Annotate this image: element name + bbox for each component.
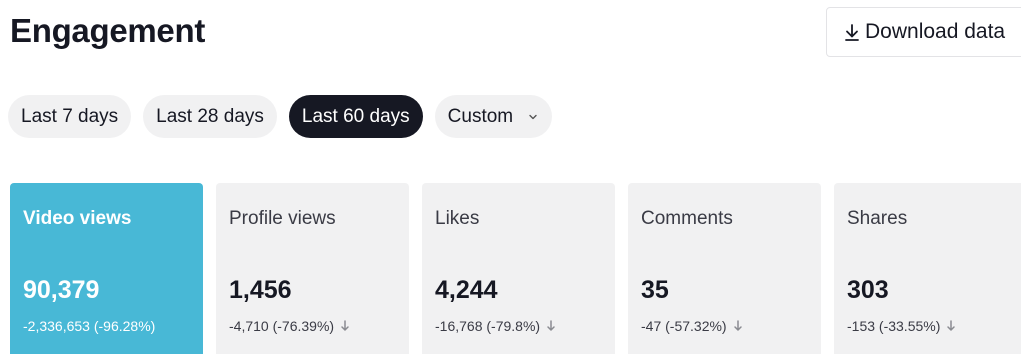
arrow-down-icon: [733, 320, 743, 332]
metric-change-text: -2,336,653 (-96.28%): [23, 318, 156, 334]
metric-label: Profile views: [229, 208, 336, 229]
download-data-button[interactable]: Download data: [826, 7, 1021, 57]
arrow-down-icon: [546, 320, 556, 332]
filter-last-28-days[interactable]: Last 28 days: [143, 95, 277, 138]
metric-value: 90,379: [23, 276, 100, 304]
metric-change: -2,336,653 (-96.28%): [23, 318, 155, 334]
metric-card-profile-views[interactable]: Profile views 1,456 -4,710 (-76.39%): [216, 183, 409, 354]
metric-label: Comments: [641, 208, 733, 229]
page-title: Engagement: [10, 12, 206, 49]
metric-change: -4,710 (-76.39%): [229, 318, 350, 334]
metric-change: -47 (-57.32%): [641, 318, 743, 334]
filter-label: Last 7 days: [21, 105, 119, 127]
metric-value: 35: [641, 276, 669, 304]
filter-label: Last 28 days: [156, 105, 264, 127]
metric-label: Video views: [23, 208, 132, 229]
metric-value: 4,244: [435, 276, 498, 304]
metric-change-text: -16,768 (-79.8%): [435, 318, 541, 334]
metric-change-text: -4,710 (-76.39%): [229, 318, 335, 334]
metric-card-likes[interactable]: Likes 4,244 -16,768 (-79.8%): [422, 183, 615, 354]
filter-last-60-days[interactable]: Last 60 days: [288, 95, 423, 138]
download-icon: [843, 22, 861, 42]
metric-change-text: -153 (-33.55%): [847, 318, 941, 334]
metric-change-text: -47 (-57.32%): [641, 318, 727, 334]
filter-label: Last 60 days: [301, 105, 410, 127]
download-data-label: Download data: [865, 20, 1006, 43]
metric-value: 303: [847, 276, 889, 304]
metric-card-video-views[interactable]: Video views 90,379 -2,336,653 (-96.28%): [10, 183, 203, 354]
metric-label: Likes: [435, 208, 480, 229]
arrow-down-icon: [340, 320, 350, 332]
date-range-filters: Last 7 days Last 28 days Last 60 days Cu…: [8, 95, 553, 138]
filter-label: Custom: [447, 105, 514, 127]
metric-change: -153 (-33.55%): [847, 318, 956, 334]
filter-custom-dropdown[interactable]: Custom: [434, 95, 553, 138]
metric-card-shares[interactable]: Shares 303 -153 (-33.55%): [834, 183, 1021, 354]
filter-last-7-days[interactable]: Last 7 days: [8, 95, 132, 138]
chevron-down-icon: [527, 111, 539, 123]
metric-change: -16,768 (-79.8%): [435, 318, 556, 334]
arrow-down-icon: [946, 320, 956, 332]
metric-card-comments[interactable]: Comments 35 -47 (-57.32%): [628, 183, 821, 354]
metric-label: Shares: [847, 208, 908, 229]
metric-value: 1,456: [229, 276, 292, 304]
metric-cards: Video views 90,379 -2,336,653 (-96.28%) …: [10, 183, 1021, 354]
